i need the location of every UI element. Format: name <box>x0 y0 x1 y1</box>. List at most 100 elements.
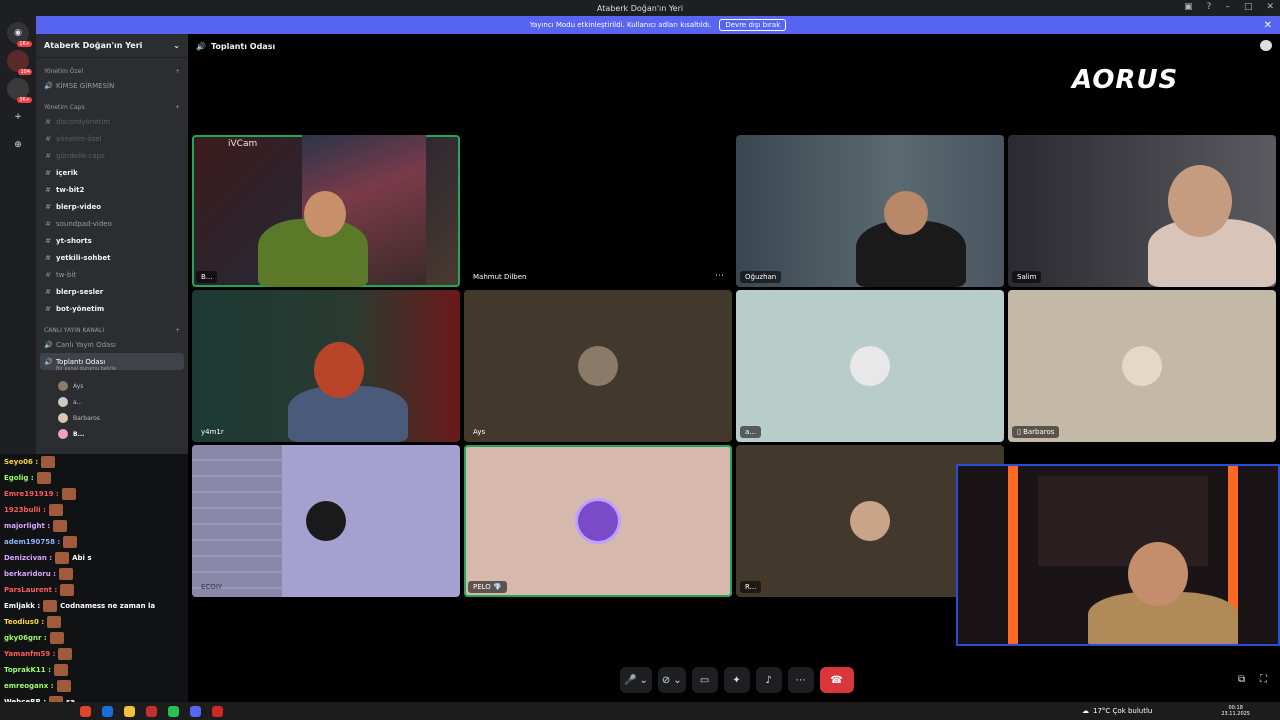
file-explorer-icon[interactable] <box>124 705 135 717</box>
avatar-tile[interactable]: ▯ Barbaros <box>1008 290 1276 442</box>
server-icon[interactable]: 3K+ <box>7 78 32 103</box>
popout-icon[interactable]: ⧉ <box>1238 674 1245 685</box>
tile-name: ECOIY <box>201 583 223 591</box>
home-icon[interactable]: ◉ 1K+ <box>7 22 32 47</box>
activities-button[interactable]: ✦ <box>723 667 750 693</box>
avatar-tile[interactable]: Ays <box>464 290 732 442</box>
chevron-down-icon[interactable]: ⌄ <box>673 675 681 686</box>
channel-sidebar: Ataberk Doğan'ın Yeri ⌄ Yönetim Özel + 🔊 K… <box>36 34 188 454</box>
disconnect-button[interactable]: ☎ <box>819 667 854 693</box>
avatar-tile[interactable]: ECOIY <box>192 445 460 597</box>
more-options-icon[interactable]: ⋯ <box>715 271 724 281</box>
channel-item[interactable]: # yetkili-sohbet <box>36 249 188 266</box>
emote-icon <box>41 456 56 468</box>
emote-icon <box>53 664 68 676</box>
disable-streamer-mode-button[interactable]: Devre dışı bırak <box>719 19 787 31</box>
voice-user[interactable]: Ays <box>36 378 188 394</box>
maximize-icon[interactable]: □ <box>1244 2 1253 12</box>
emote-icon <box>56 680 71 692</box>
discord-icon[interactable] <box>190 705 201 717</box>
channel-label: tw-bit2 <box>56 185 85 194</box>
channel-item[interactable]: # blerp-video <box>36 198 188 215</box>
add-channel-icon[interactable]: + <box>175 327 180 334</box>
add-channel-icon[interactable]: + <box>175 104 180 111</box>
explore-icon[interactable]: ⊕ <box>7 134 29 156</box>
chat-username: adem190758 : <box>4 538 61 546</box>
video-tile[interactable]: Mahmut Dilben ⋯ <box>464 135 732 287</box>
microphone-button[interactable]: 🎤 ⌄ <box>620 667 652 693</box>
avatar-tile[interactable]: a... <box>736 290 1004 442</box>
channel-item[interactable]: # yt-shorts <box>36 232 188 249</box>
add-channel-icon[interactable]: + <box>175 68 180 75</box>
chrome-icon[interactable] <box>80 705 91 717</box>
channel-label: içerik <box>56 168 78 177</box>
tile-name: R... <box>740 581 762 593</box>
chevron-down-icon[interactable]: ⌄ <box>639 675 647 686</box>
chat-line: Yamanfm59 : <box>0 646 188 662</box>
system-clock[interactable]: 00:18 23.11.2025 <box>1221 705 1250 717</box>
channel-item[interactable]: # gündelik-caps <box>36 147 188 164</box>
hash-icon: # <box>45 202 51 211</box>
browser-icon[interactable] <box>146 705 157 717</box>
close-banner-icon[interactable]: ✕ <box>1264 20 1272 31</box>
hash-icon: # <box>45 253 51 262</box>
fullscreen-icon[interactable]: ⛶ <box>1260 674 1267 685</box>
close-window-icon[interactable]: ✕ <box>1266 2 1274 12</box>
emote-icon <box>58 648 73 660</box>
screen-share-button[interactable]: ▭ <box>691 667 718 693</box>
video-tile[interactable]: Salim <box>1008 135 1276 287</box>
channel-item[interactable]: # soundpad-video <box>36 215 188 232</box>
video-tile[interactable]: iVCam B... <box>192 135 460 287</box>
channel-item[interactable]: # bot-yönetim <box>36 300 188 317</box>
tile-name: a... <box>740 426 761 438</box>
channel-item[interactable]: # yönetim-özel <box>36 130 188 147</box>
voice-user[interactable]: B... <box>36 426 188 442</box>
chat-line: emreoganx : <box>0 678 188 694</box>
emote-icon <box>49 632 64 644</box>
activities-icon: ✦ <box>732 674 741 686</box>
outlook-icon[interactable] <box>102 705 113 717</box>
chat-bubble-icon[interactable] <box>1260 40 1272 51</box>
voice-user[interactable]: Barbaros <box>36 410 188 426</box>
chat-line: ToprakK11 : <box>0 662 188 678</box>
weather-widget[interactable]: ☁ 17°C Çok bulutlu <box>1082 707 1152 715</box>
category-header[interactable]: Yönetim Caps + <box>36 94 188 113</box>
guild-header[interactable]: Ataberk Doğan'ın Yeri ⌄ <box>36 34 188 58</box>
category-header[interactable]: Yönetim Özel + <box>36 58 188 77</box>
channel-label: yönetim-özel <box>56 134 102 143</box>
app-icon[interactable] <box>212 705 223 717</box>
video-tile[interactable]: Oğuzhan <box>736 135 1004 287</box>
emote-icon <box>58 568 73 580</box>
chat-username: Egolig : <box>4 474 34 482</box>
channel-label: yetkili-sohbet <box>56 253 111 262</box>
channel-item[interactable]: 🔊 KİMSE GİRMESİN <box>36 77 188 94</box>
whatsapp-icon[interactable] <box>168 705 179 717</box>
channel-item[interactable]: # blerp-sesler <box>36 283 188 300</box>
avatar <box>850 501 890 541</box>
category-label: CANLI YAYIN KANALI <box>44 327 105 334</box>
channel-item[interactable]: # discordyönetim <box>36 113 188 130</box>
avatar-tile[interactable]: PELO 💎 <box>464 445 732 597</box>
help-icon[interactable]: ? <box>1207 2 1212 12</box>
hash-icon: # <box>45 304 51 313</box>
inbox-icon[interactable]: ▣ <box>1184 2 1193 12</box>
minimize-icon[interactable]: – <box>1225 2 1230 12</box>
soundboard-button[interactable]: ♪ <box>755 667 782 693</box>
camera-off-icon: ⊘ <box>661 674 671 686</box>
channel-item[interactable]: # tw-bit2 <box>36 181 188 198</box>
server-icon[interactable]: 104 <box>7 50 32 75</box>
video-tile[interactable]: y4m1r <box>192 290 460 442</box>
emote-icon <box>63 536 78 548</box>
camera-button[interactable]: ⊘ ⌄ <box>657 667 686 693</box>
more-button[interactable]: ⋯ <box>787 667 814 693</box>
banner-text: Yayıncı Modu etkinleştirildi. Kullanıcı … <box>529 21 712 29</box>
channel-item[interactable]: # tw-bit <box>36 266 188 283</box>
tile-name: Oğuzhan <box>740 271 782 283</box>
category-header[interactable]: CANLI YAYIN KANALI + <box>36 317 188 336</box>
voice-user[interactable]: a... <box>36 394 188 410</box>
cloud-icon: ☁ <box>1082 707 1089 715</box>
channel-item[interactable]: # içerik <box>36 164 188 181</box>
channel-label: blerp-video <box>56 202 102 211</box>
voice-channel-item[interactable]: 🔊 Canlı Yayın Odası <box>36 336 188 353</box>
add-server-icon[interactable]: + <box>7 106 29 128</box>
